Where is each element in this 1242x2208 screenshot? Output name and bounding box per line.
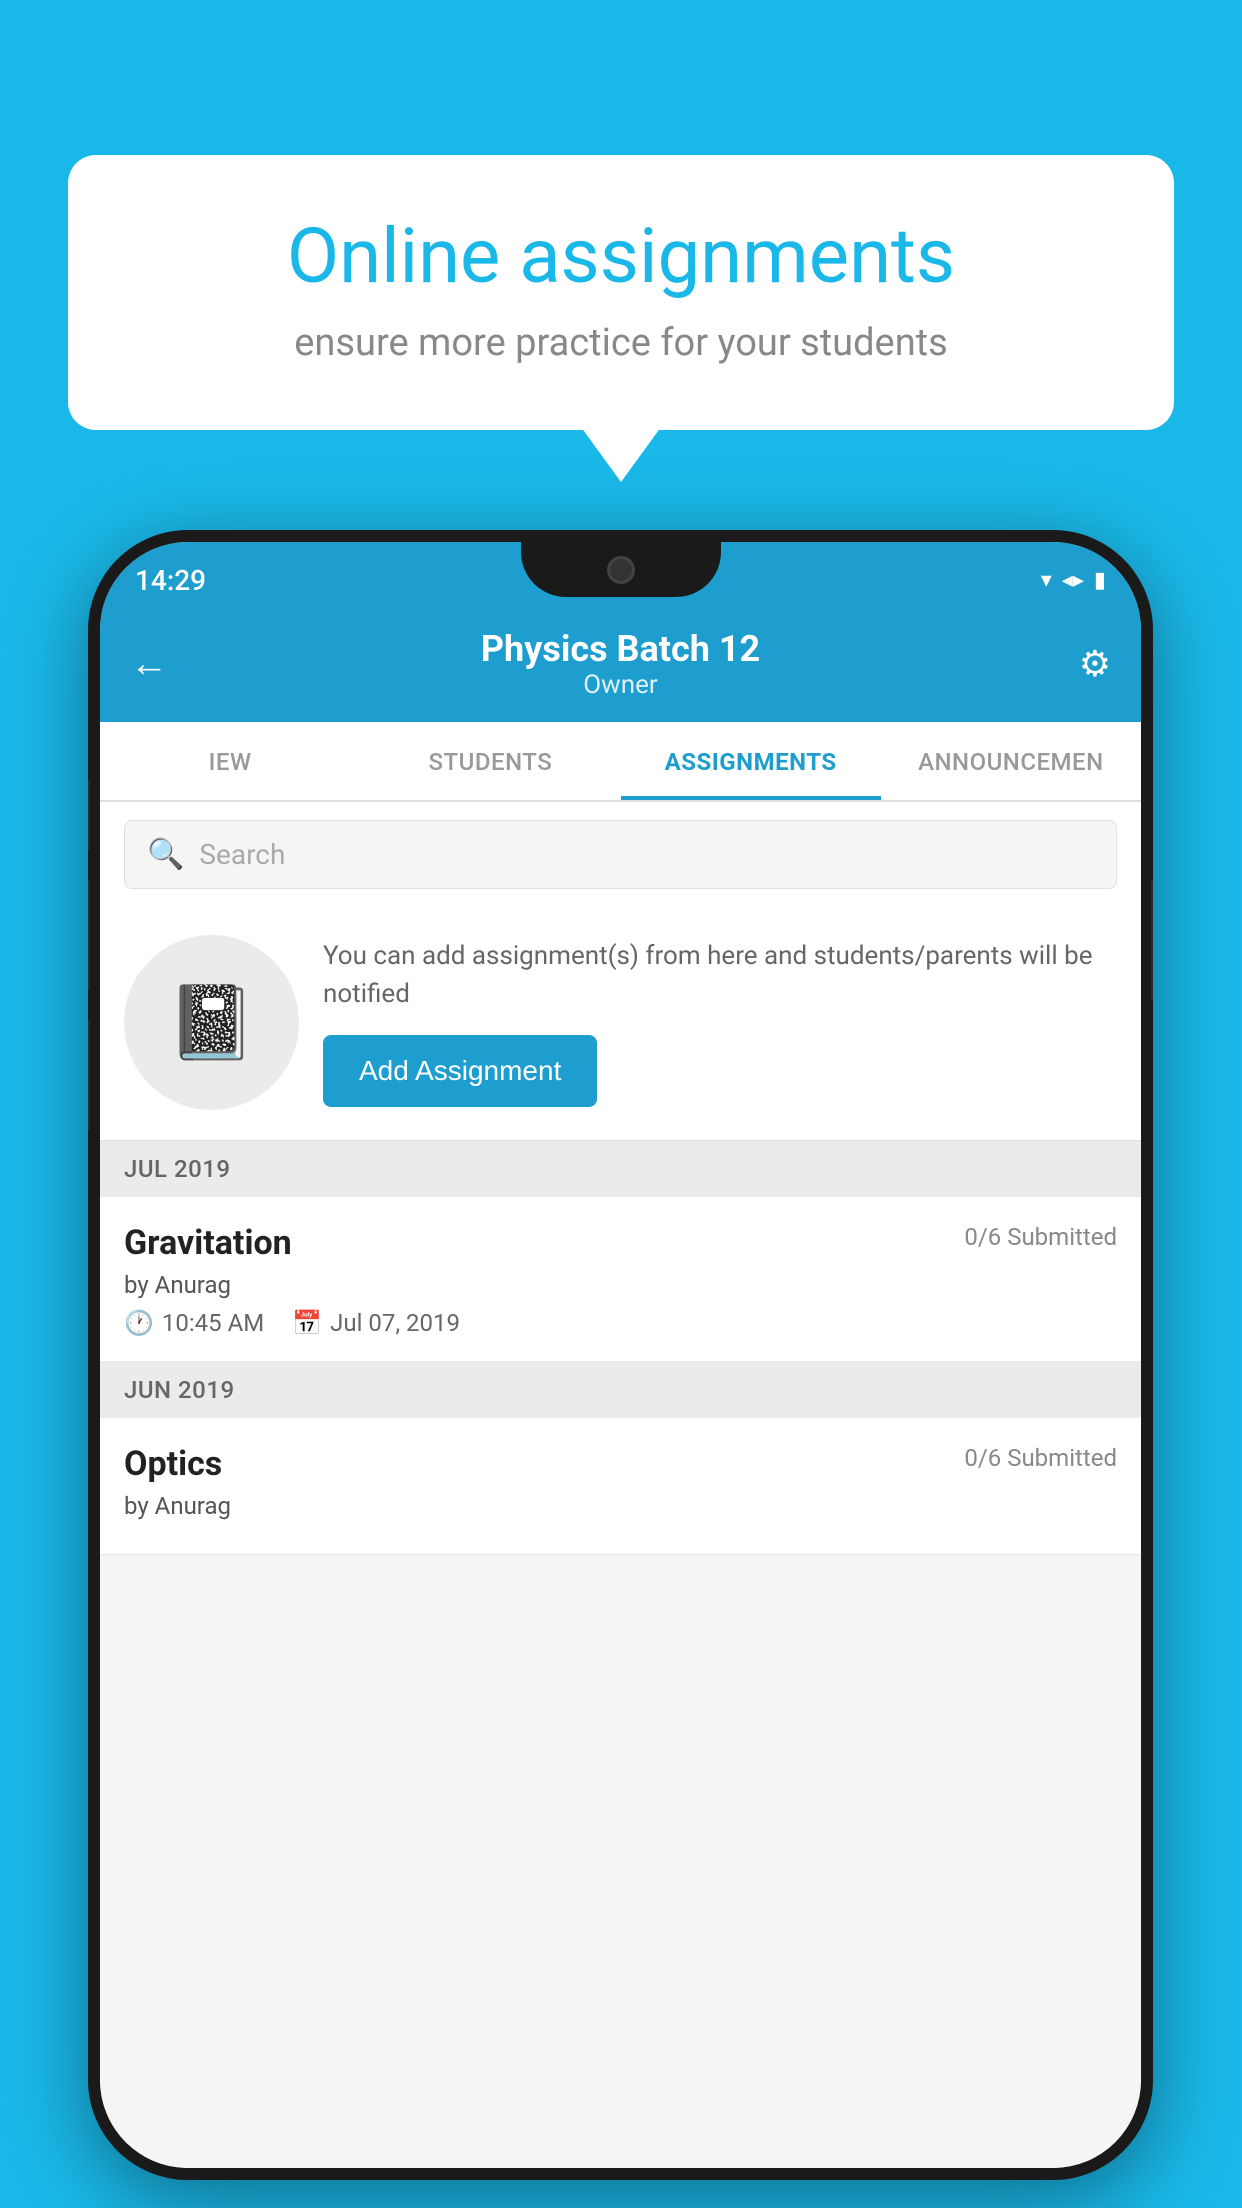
assignment-gravitation[interactable]: Gravitation 0/6 Submitted by Anurag 🕐 10… — [100, 1197, 1141, 1362]
phone-notch — [521, 542, 721, 597]
status-time: 14:29 — [135, 564, 206, 597]
assignment-optics[interactable]: Optics 0/6 Submitted by Anurag — [100, 1418, 1141, 1555]
screen-content: 🔍 Search 📓 You can add assignment(s) fro… — [100, 802, 1141, 2168]
status-icons: ▾ ◂▸ ▮ — [1041, 568, 1106, 593]
tab-students[interactable]: STUDENTS — [360, 722, 620, 800]
assignment-by-optics: by Anurag — [124, 1492, 1117, 1520]
header-title: Physics Batch 12 — [185, 628, 1056, 670]
battery-icon: ▮ — [1094, 568, 1106, 593]
phone-screen: 14:29 ▾ ◂▸ ▮ ← Physics Batch 12 Owner ⚙ … — [100, 542, 1141, 2168]
month-label-jul: JUL 2019 — [124, 1155, 231, 1183]
settings-icon[interactable]: ⚙ — [1056, 643, 1111, 685]
assignment-meta-gravitation: 🕐 10:45 AM 📅 Jul 07, 2019 — [124, 1309, 1117, 1337]
promo-text-area: You can add assignment(s) from here and … — [323, 938, 1117, 1107]
volume-up-button — [88, 880, 90, 990]
volume-down-button — [88, 1020, 90, 1130]
assignment-time: 🕐 10:45 AM — [124, 1309, 264, 1337]
assignment-optics-top-row: Optics 0/6 Submitted — [124, 1444, 1117, 1484]
wifi-icon: ▾ — [1041, 568, 1052, 593]
assignment-time-value: 10:45 AM — [162, 1309, 264, 1337]
volume-button-right — [1151, 880, 1153, 1000]
tab-assignments[interactable]: ASSIGNMENTS — [621, 722, 881, 800]
search-input-wrap[interactable]: 🔍 Search — [124, 820, 1117, 889]
speech-bubble-subtitle: ensure more practice for your students — [138, 321, 1104, 365]
promo-description: You can add assignment(s) from here and … — [323, 938, 1117, 1013]
assignment-date: 📅 Jul 07, 2019 — [292, 1309, 460, 1337]
speech-bubble-title: Online assignments — [138, 215, 1104, 299]
month-label-jun: JUN 2019 — [124, 1376, 235, 1404]
calendar-icon: 📅 — [292, 1309, 322, 1337]
promo-icon-circle: 📓 — [124, 935, 299, 1110]
back-button[interactable]: ← — [130, 642, 185, 686]
signal-icon: ◂▸ — [1062, 568, 1084, 593]
header-subtitle: Owner — [185, 670, 1056, 700]
promo-banner: 📓 You can add assignment(s) from here an… — [100, 907, 1141, 1141]
assignment-date-value: Jul 07, 2019 — [330, 1309, 460, 1337]
header-center: Physics Batch 12 Owner — [185, 628, 1056, 700]
search-icon: 🔍 — [147, 837, 184, 872]
tabs-bar: IEW STUDENTS ASSIGNMENTS ANNOUNCEMEN — [100, 722, 1141, 802]
phone-outer: 14:29 ▾ ◂▸ ▮ ← Physics Batch 12 Owner ⚙ … — [88, 530, 1153, 2180]
assignment-submitted-optics: 0/6 Submitted — [964, 1444, 1117, 1472]
front-camera — [607, 556, 635, 584]
tab-announcements[interactable]: ANNOUNCEMEN — [881, 722, 1141, 800]
power-button — [88, 780, 90, 850]
speech-bubble: Online assignments ensure more practice … — [68, 155, 1174, 430]
add-assignment-button[interactable]: Add Assignment — [323, 1035, 597, 1107]
search-bar-container: 🔍 Search — [100, 802, 1141, 907]
search-placeholder: Search — [199, 838, 285, 871]
month-header-jun: JUN 2019 — [100, 1362, 1141, 1418]
tab-iew[interactable]: IEW — [100, 722, 360, 800]
notebook-icon: 📓 — [167, 980, 257, 1065]
assignment-top-row: Gravitation 0/6 Submitted — [124, 1223, 1117, 1263]
assignment-by-gravitation: by Anurag — [124, 1271, 1117, 1299]
speech-bubble-container: Online assignments ensure more practice … — [68, 155, 1174, 430]
clock-icon: 🕐 — [124, 1309, 154, 1337]
phone-wrapper: 14:29 ▾ ◂▸ ▮ ← Physics Batch 12 Owner ⚙ … — [88, 530, 1153, 2180]
assignment-submitted-gravitation: 0/6 Submitted — [964, 1223, 1117, 1251]
app-header: ← Physics Batch 12 Owner ⚙ — [100, 610, 1141, 722]
assignment-name-gravitation: Gravitation — [124, 1223, 292, 1263]
month-header-jul: JUL 2019 — [100, 1141, 1141, 1197]
assignment-name-optics: Optics — [124, 1444, 222, 1484]
